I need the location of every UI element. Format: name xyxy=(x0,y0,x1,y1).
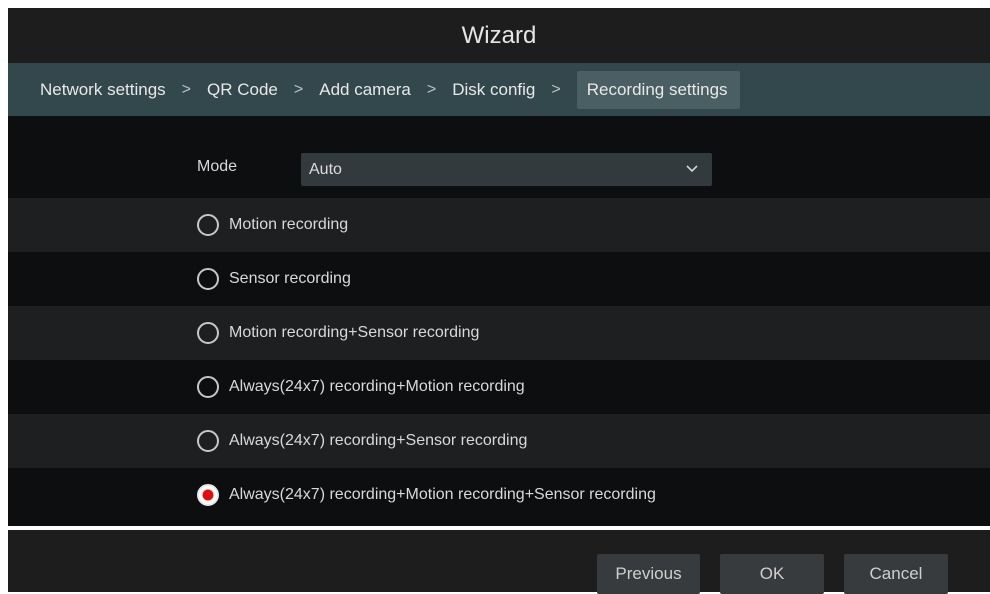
option-label: Always(24x7) recording+Motion recording xyxy=(229,378,525,395)
radio-always-motion-recording[interactable] xyxy=(197,376,219,398)
step-qr-code[interactable]: QR Code xyxy=(207,80,278,100)
chevron-right-icon: > xyxy=(426,80,437,98)
step-network-settings[interactable]: Network settings xyxy=(40,80,166,100)
chevron-right-icon: > xyxy=(181,80,192,98)
option-label: Motion recording xyxy=(229,216,349,233)
step-recording-settings[interactable]: Recording settings xyxy=(576,70,740,109)
radio-sensor-recording[interactable] xyxy=(197,268,219,290)
previous-button[interactable]: Previous xyxy=(597,554,700,594)
radio-motion-sensor-recording[interactable] xyxy=(197,322,219,344)
option-row-always-motion-sensor[interactable]: Always(24x7) recording+Motion recording+… xyxy=(8,468,990,522)
option-row-motion-sensor[interactable]: Motion recording+Sensor recording xyxy=(8,306,990,360)
mode-select-value: Auto xyxy=(309,160,342,178)
option-row-motion[interactable]: Motion recording xyxy=(8,198,990,252)
option-row-sensor[interactable]: Sensor recording xyxy=(8,252,990,306)
option-label: Sensor recording xyxy=(229,270,351,287)
radio-always-motion-sensor-recording[interactable] xyxy=(197,484,219,506)
cancel-button[interactable]: Cancel xyxy=(844,554,948,594)
window-title: Wizard xyxy=(8,8,990,63)
option-row-always-sensor[interactable]: Always(24x7) recording+Sensor recording xyxy=(8,414,990,468)
footer-bar: Previous OK Cancel xyxy=(8,530,990,594)
option-row-always-motion[interactable]: Always(24x7) recording+Motion recording xyxy=(8,360,990,414)
chevron-right-icon: > xyxy=(551,80,561,98)
radio-always-sensor-recording[interactable] xyxy=(197,430,219,452)
wizard-steps: Network settings > QR Code > Add camera … xyxy=(8,63,990,116)
mode-row: Mode Auto xyxy=(8,116,990,198)
option-label: Motion recording+Sensor recording xyxy=(229,324,480,341)
wizard-dialog: Wizard Network settings > QR Code > Add … xyxy=(8,8,990,594)
radio-motion-recording[interactable] xyxy=(197,214,219,236)
chevron-right-icon: > xyxy=(293,80,304,98)
option-label: Always(24x7) recording+Sensor recording xyxy=(229,432,528,449)
recording-settings-panel: Mode Auto Motion recording Sensor record… xyxy=(8,116,990,526)
chevron-down-icon xyxy=(686,165,698,173)
option-label: Always(24x7) recording+Motion recording+… xyxy=(229,486,656,503)
mode-select[interactable]: Auto xyxy=(301,153,712,186)
mode-label: Mode xyxy=(197,158,238,175)
ok-button[interactable]: OK xyxy=(720,554,824,594)
step-add-camera[interactable]: Add camera xyxy=(319,80,411,100)
step-disk-config[interactable]: Disk config xyxy=(452,80,535,100)
